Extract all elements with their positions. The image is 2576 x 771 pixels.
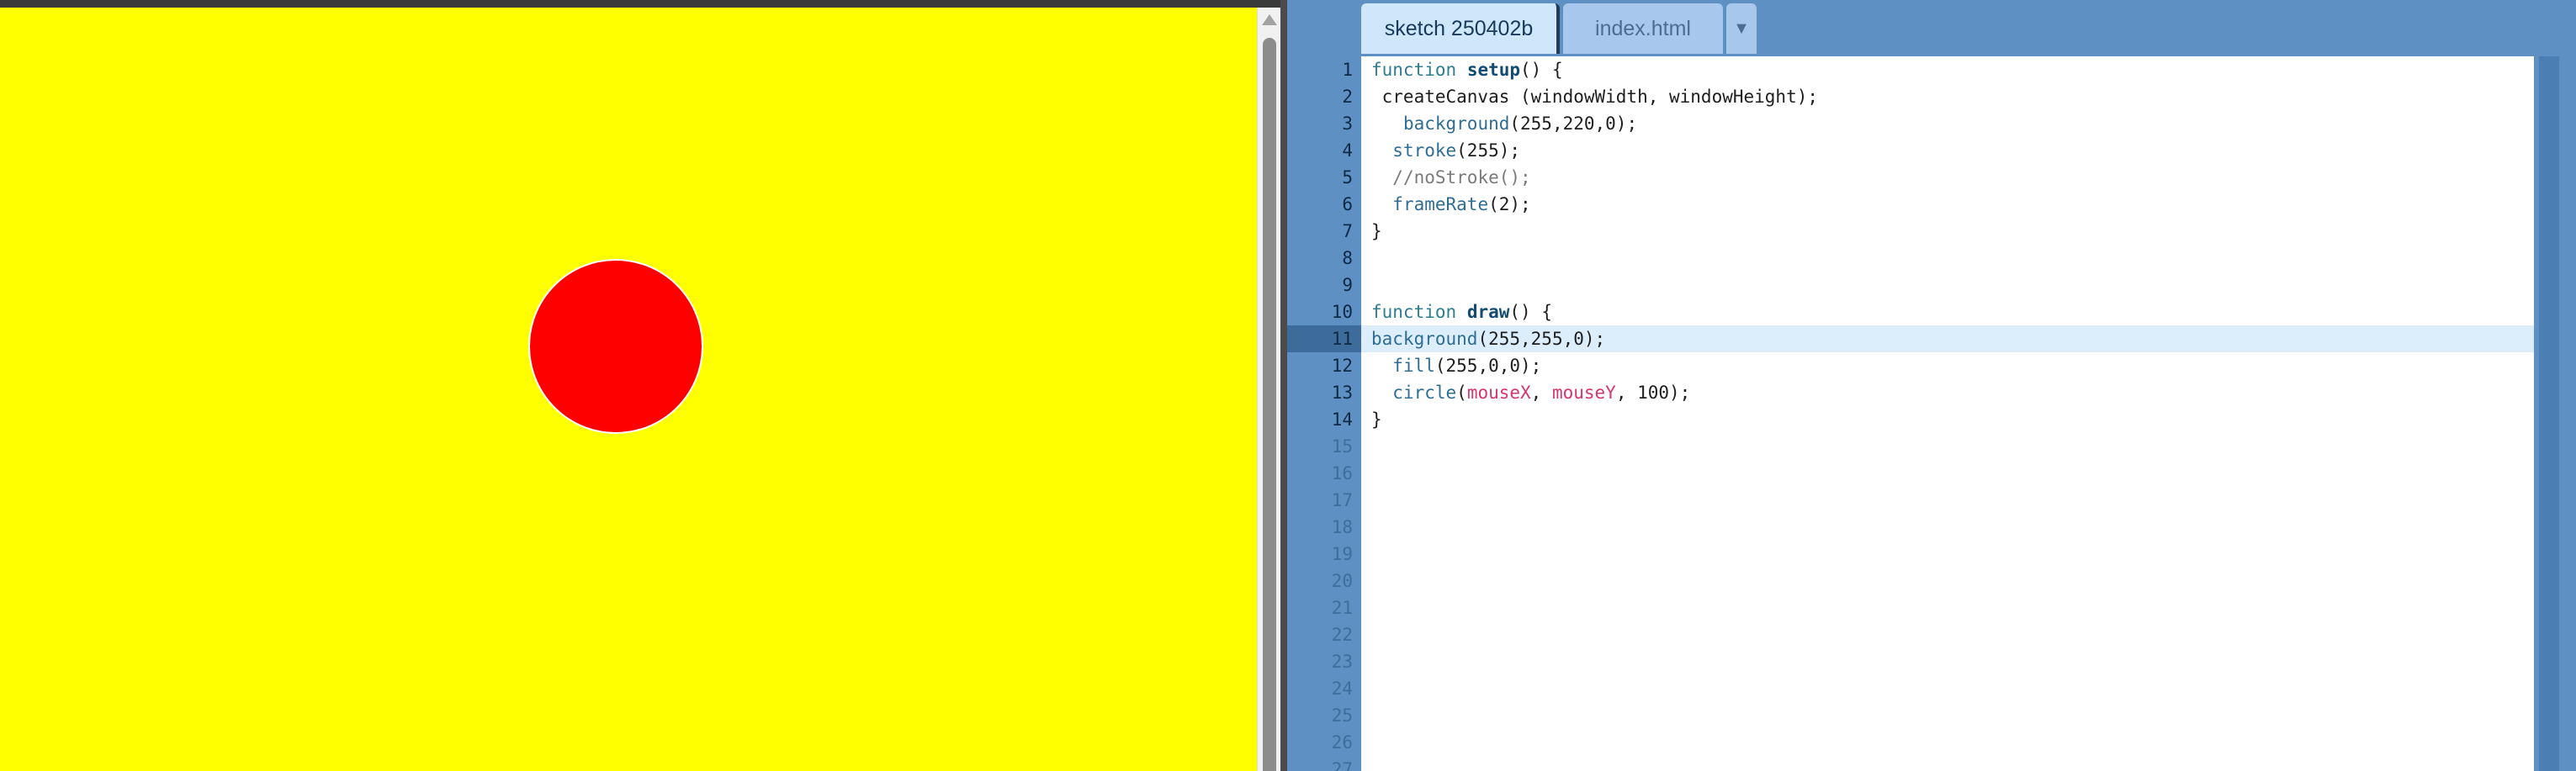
tab-sketch[interactable]: sketch 250402b (1361, 3, 1560, 54)
line-number: 14 (1331, 409, 1353, 430)
preview-scrollbar[interactable] (1257, 8, 1280, 771)
tab-index-html[interactable]: index.html (1563, 3, 1723, 54)
line-number: 10 (1331, 302, 1353, 322)
code-line: circle(mouseX, mouseY, 100); (1371, 379, 1690, 406)
code-token: , 100); (1615, 383, 1691, 403)
code-editor[interactable]: function setup() { createCanvas (windowW… (1361, 56, 2534, 771)
line-number: 16 (1331, 463, 1353, 483)
code-token: circle (1392, 383, 1457, 403)
line-number: 27 (1331, 759, 1353, 771)
code-token: function (1371, 302, 1457, 322)
code-line: fill(255,0,0); (1371, 352, 1541, 379)
line-number: 26 (1331, 732, 1353, 753)
code-line: } (1371, 218, 1382, 245)
line-number: 8 (1342, 248, 1353, 268)
line-number: 1 (1342, 60, 1353, 80)
line-number: 5 (1342, 167, 1353, 187)
code-line: //noStroke(); (1371, 164, 1531, 191)
code-token: stroke (1392, 140, 1457, 161)
line-number: 12 (1331, 356, 1353, 376)
code-token: (255); (1456, 140, 1521, 161)
code-line: background(255,255,0); (1371, 325, 1605, 352)
preview-scroll-thumb[interactable] (1263, 38, 1276, 771)
code-token: (255,255,0); (1477, 329, 1606, 349)
code-token: background (1371, 329, 1478, 349)
editor-scroll-thumb[interactable] (2539, 56, 2559, 771)
code-token: , (1530, 383, 1552, 403)
code-line: createCanvas (windowWidth, windowHeight)… (1371, 83, 1818, 110)
line-number: 24 (1331, 679, 1353, 699)
code-token: frameRate (1392, 194, 1489, 214)
sketch-canvas[interactable] (0, 8, 1257, 771)
line-number: 23 (1331, 652, 1353, 672)
code-token: } (1371, 409, 1382, 430)
line-number-gutter: 1 2 3 4 5 6 7 8 9 10 11 12 13 14 15 16 17 18 19 20 21 22 23 24 2… (1287, 56, 1361, 771)
editor-scrollbar[interactable] (2534, 56, 2576, 771)
line-number: 15 (1331, 436, 1353, 457)
editor-tabs: sketch 250402b index.html ▼ (1361, 3, 1757, 54)
code-token: mouseX (1466, 383, 1531, 403)
code-line: stroke(255); (1371, 137, 1520, 164)
line-number: 18 (1331, 517, 1353, 537)
line-number: 22 (1331, 625, 1353, 645)
line-number: 9 (1342, 275, 1353, 295)
code-token: //noStroke(); (1392, 167, 1531, 187)
code-token: () { (1509, 302, 1552, 322)
code-token: fill (1392, 356, 1435, 376)
line-number: 7 (1342, 221, 1353, 241)
line-number: 21 (1331, 598, 1353, 618)
code-line: frameRate(2); (1371, 191, 1531, 218)
code-token: createCanvas (windowWidth, windowHeight)… (1371, 87, 1819, 107)
line-number: 19 (1331, 544, 1353, 564)
code-token: function (1371, 60, 1457, 80)
line-number: 17 (1331, 490, 1353, 510)
line-number: 11 (1331, 329, 1353, 349)
code-token: setup (1466, 60, 1521, 80)
code-token: (2); (1488, 194, 1531, 214)
line-number: 2 (1342, 87, 1353, 107)
line-number: 4 (1342, 140, 1353, 161)
line-number: 20 (1331, 571, 1353, 591)
code-line: function draw() { (1371, 298, 1552, 325)
line-number: 3 (1342, 114, 1353, 134)
code-token: () { (1520, 60, 1563, 80)
code-token: mouseY (1551, 383, 1616, 403)
tabs-dropdown-arrow-icon[interactable]: ▼ (1726, 3, 1757, 54)
code-line: background(255,220,0); (1371, 110, 1637, 137)
app-window: sketch 250402b index.html ▼ 1 2 3 4 5 6 7 8 9 10 1… (0, 0, 2576, 771)
line-number: 13 (1331, 383, 1353, 403)
code-line: function setup() { (1371, 56, 1563, 83)
preview-top-bar (0, 0, 1287, 8)
pane-divider[interactable] (1280, 0, 1287, 771)
code-token: ( (1456, 383, 1467, 403)
line-number: 6 (1342, 194, 1353, 214)
code-token: draw (1466, 302, 1510, 322)
code-token: (255,220,0); (1509, 114, 1638, 134)
editor-pane: sketch 250402b index.html ▼ 1 2 3 4 5 6 7 8 9 10 1… (1287, 0, 2576, 771)
code-token: background (1402, 114, 1510, 134)
code-line: } (1371, 406, 1382, 433)
line-number: 25 (1331, 705, 1353, 726)
code-token: (255,0,0); (1434, 356, 1542, 376)
code-token: } (1371, 221, 1382, 241)
scroll-up-arrow-icon[interactable] (1262, 14, 1277, 25)
red-circle-shape (528, 259, 703, 434)
